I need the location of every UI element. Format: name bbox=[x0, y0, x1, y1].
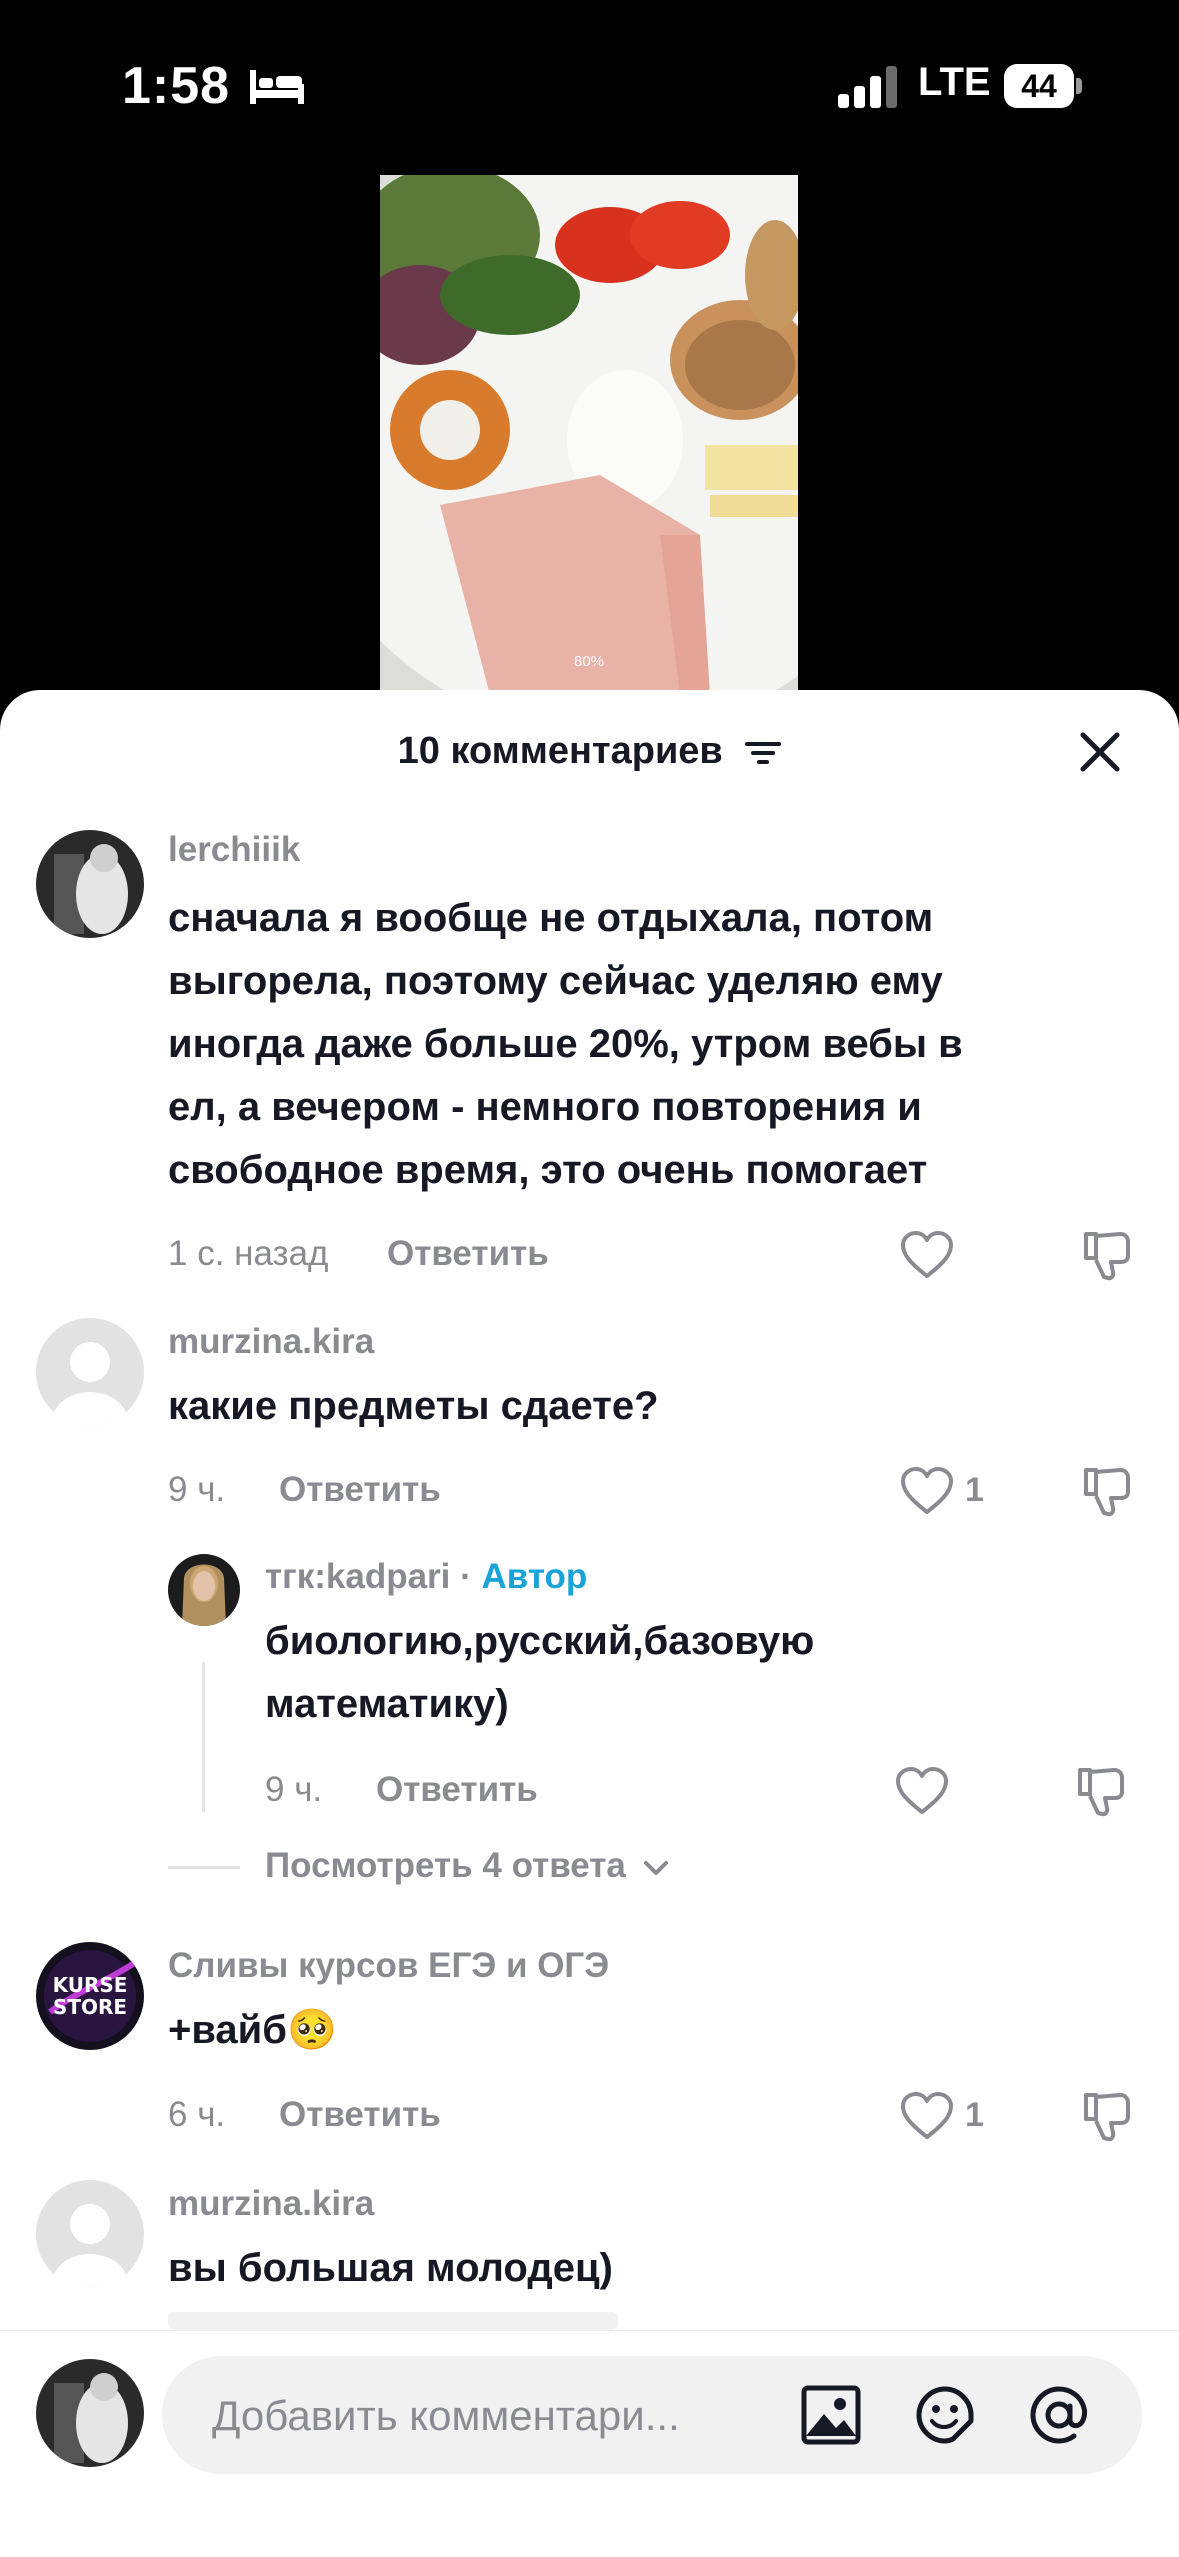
avatar[interactable]: KURSE STORE bbox=[36, 1942, 144, 2050]
battery-level: 44 bbox=[1004, 64, 1074, 108]
emoji-icon[interactable] bbox=[914, 2384, 976, 2446]
avatar[interactable] bbox=[36, 2180, 144, 2288]
comment-text: +вайб🥺 bbox=[168, 2008, 337, 2052]
comment-time: 1 с. назад bbox=[168, 1234, 329, 1273]
my-avatar[interactable] bbox=[36, 2359, 144, 2467]
battery-icon: 44 bbox=[1004, 64, 1082, 108]
comment-username[interactable]: murzina.kira bbox=[168, 1322, 374, 1362]
scroll-fade bbox=[168, 2312, 618, 2330]
heart-icon[interactable] bbox=[894, 1766, 950, 1816]
dislike-icon[interactable] bbox=[1074, 1764, 1128, 1818]
bed-icon bbox=[250, 70, 304, 104]
status-bar: 1:58 LTE 44 bbox=[0, 0, 1179, 170]
comment-username[interactable]: murzina.kira bbox=[168, 2184, 374, 2224]
image-icon[interactable] bbox=[800, 2384, 862, 2446]
status-time: 1:58 bbox=[122, 57, 231, 115]
comment-username[interactable]: Сливы курсов ЕГЭ и ОГЭ bbox=[168, 1946, 609, 1986]
close-icon[interactable] bbox=[1078, 730, 1122, 774]
video-progress-label: 80% bbox=[573, 653, 605, 670]
view-replies-button[interactable]: Посмотреть 4 ответа bbox=[265, 1846, 670, 1886]
svg-text:STORE: STORE bbox=[53, 1995, 127, 2019]
comment-input-placeholder: Добавить комментари... bbox=[212, 2392, 680, 2439]
avatar[interactable] bbox=[36, 1318, 144, 1426]
comment-text: какие предметы сдаете? bbox=[168, 1384, 659, 1428]
network-type: LTE bbox=[918, 60, 991, 104]
reply-text: биологию,русский,базовую математику) bbox=[265, 1619, 815, 1726]
chevron-down-icon bbox=[643, 1860, 668, 1875]
reply-button[interactable]: Ответить bbox=[376, 1770, 538, 1810]
reply-username-row: тгк:kadpari · Автор bbox=[265, 1557, 587, 1597]
filter-icon[interactable] bbox=[745, 738, 782, 768]
comments-header: 10 комментариев bbox=[0, 690, 1179, 810]
author-badge: Автор bbox=[481, 1557, 588, 1596]
separator-dot: · bbox=[460, 1557, 472, 1596]
dislike-icon[interactable] bbox=[1080, 2089, 1134, 2143]
svg-text:KURSE: KURSE bbox=[53, 1973, 128, 1997]
video-preview[interactable]: 80% bbox=[380, 175, 798, 695]
signal-icon bbox=[838, 66, 897, 108]
comment-time: 9 ч. bbox=[168, 1470, 226, 1509]
reply-username[interactable]: тгк:kadpari bbox=[265, 1557, 450, 1596]
avatar[interactable] bbox=[36, 830, 144, 938]
dislike-icon[interactable] bbox=[1080, 1464, 1134, 1518]
dislike-icon[interactable] bbox=[1080, 1228, 1134, 1282]
comment-input-bar: Добавить комментари... bbox=[0, 2330, 1179, 2557]
comments-count-label: 10 комментариев bbox=[397, 730, 723, 772]
like-count: 1 bbox=[965, 1471, 984, 1509]
comment-text: вы большая молодец) bbox=[168, 2246, 613, 2290]
heart-icon[interactable] bbox=[899, 2091, 955, 2141]
comment-input[interactable]: Добавить комментари... bbox=[162, 2356, 1142, 2474]
comments-sheet: 10 комментариев lerchiiik сначала я вооб… bbox=[0, 690, 1179, 2556]
comment-username[interactable]: lerchiiik bbox=[168, 830, 300, 870]
reply-button[interactable]: Ответить bbox=[387, 1234, 549, 1274]
comments-title: 10 комментариев bbox=[0, 730, 1179, 773]
heart-icon[interactable] bbox=[899, 1466, 955, 1516]
reply-button[interactable]: Ответить bbox=[279, 1470, 441, 1510]
comment-time: 6 ч. bbox=[168, 2095, 226, 2134]
heart-icon[interactable] bbox=[899, 1230, 955, 1280]
reply-time: 9 ч. bbox=[265, 1770, 323, 1809]
food-plate-image bbox=[380, 175, 798, 695]
reply-button[interactable]: Ответить bbox=[279, 2095, 441, 2135]
pleading-face-emoji: 🥺 bbox=[286, 2008, 337, 2052]
avatar[interactable] bbox=[168, 1554, 240, 1626]
view-replies-divider bbox=[168, 1866, 240, 1869]
view-replies-label: Посмотреть 4 ответа bbox=[265, 1846, 626, 1885]
mention-icon[interactable] bbox=[1028, 2384, 1090, 2446]
comment-text: сначала я вообще не отдыхала, потом выго… bbox=[168, 896, 963, 1192]
like-count: 1 bbox=[965, 2096, 984, 2134]
thread-line bbox=[202, 1662, 205, 1812]
